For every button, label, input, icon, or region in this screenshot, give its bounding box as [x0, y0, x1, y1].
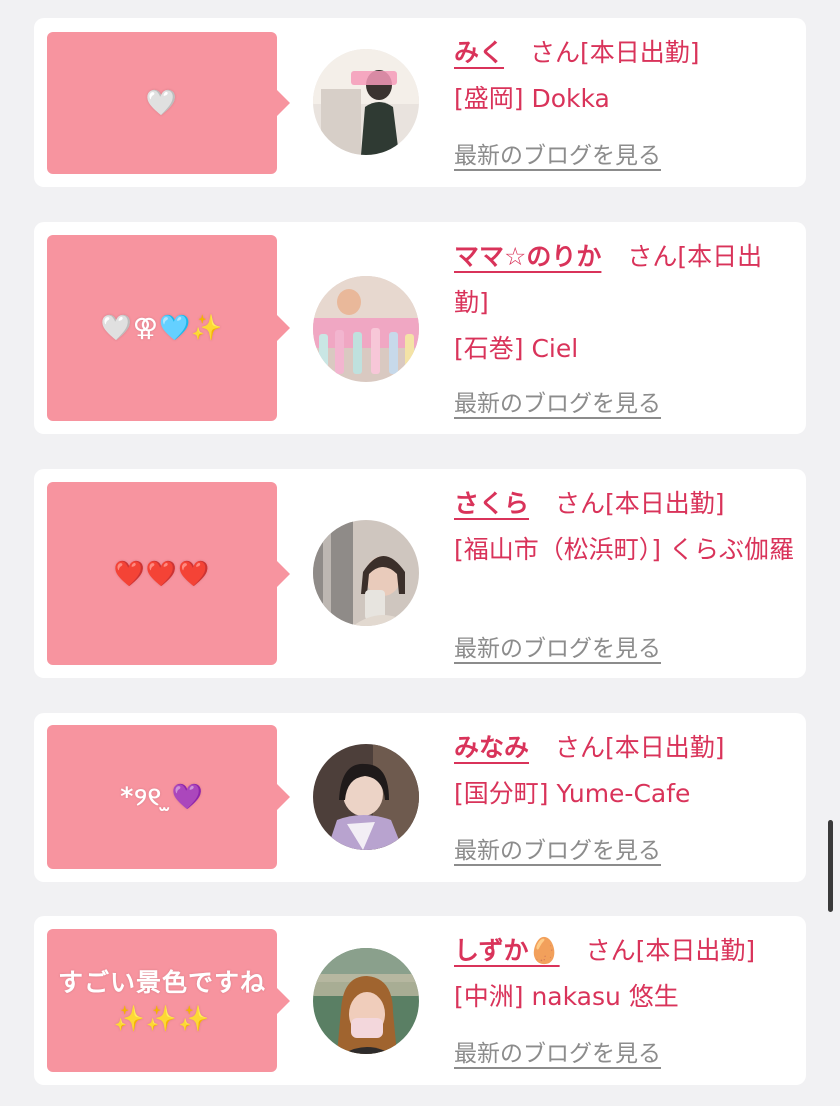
message-bubble[interactable]: ❤️❤️❤️ — [47, 482, 290, 665]
shop-name: [石巻] Ciel — [454, 334, 579, 363]
cast-name-link[interactable]: みなみ — [454, 733, 529, 762]
avatar-photo-icon — [313, 276, 419, 382]
avatar-photo-icon — [313, 49, 419, 155]
cast-card: *୨୧ ̫💜 みなみ さん[本日出勤] [国分町] Yume-Cafe 最新のブロ… — [34, 713, 806, 882]
message-text: 🤍⚢🩵✨ — [100, 313, 224, 342]
shop-name: [国分町] Yume-Cafe — [454, 779, 691, 808]
cast-card: 🤍 みく さん[本日出勤] [盛岡] Dokka 最新のブログを見る — [34, 18, 806, 187]
message-bubble[interactable]: *୨୧ ̫💜 — [47, 725, 290, 869]
avatar-photo-icon — [313, 744, 419, 850]
cast-info: さくら さん[本日出勤] [福山市（松浜町）] くらぶ伽羅 — [454, 481, 794, 573]
cast-status: さん[本日出勤] — [530, 38, 700, 67]
avatar[interactable] — [313, 520, 419, 626]
cast-info: みく さん[本日出勤] [盛岡] Dokka — [454, 30, 794, 122]
message-text: ❤️❤️❤️ — [113, 558, 211, 588]
shop-name: [福山市（松浜町）] くらぶ伽羅 — [454, 535, 794, 564]
cast-card: 🤍⚢🩵✨ ママ☆のりか さん[本日出勤] [石巻] Ciel 最新のブログを見る — [34, 222, 806, 434]
avatar-photo-icon — [313, 948, 419, 1054]
cast-status: さん[本日出勤] — [585, 936, 756, 965]
message-bubble[interactable]: 🤍⚢🩵✨ — [47, 235, 290, 421]
cast-info: ママ☆のりか さん[本日出勤] [石巻] Ciel — [454, 234, 794, 372]
avatar[interactable] — [313, 276, 419, 382]
cast-card: すごい景色ですね ✨✨✨ しずか🥚 さん[本日出勤] [中洲] nakasu 悠生… — [34, 916, 806, 1085]
cast-status: さん[本日出勤] — [555, 733, 725, 762]
avatar-photo-icon — [313, 520, 419, 626]
avatar[interactable] — [313, 948, 419, 1054]
message-text: 🤍 — [145, 88, 179, 117]
message-text: *୨୧ ̫💜 — [120, 782, 204, 811]
cast-info: みなみ さん[本日出勤] [国分町] Yume-Cafe — [454, 725, 794, 817]
message-text: すごい景色ですね ✨✨✨ — [57, 967, 266, 1033]
shop-name: [中洲] nakasu 悠生 — [454, 982, 679, 1011]
vertical-scrollbar[interactable] — [828, 820, 833, 912]
avatar[interactable] — [313, 49, 419, 155]
cast-blog-list: 🤍 みくさん[本日出勤] [盛岡] Dokka 最新のブログを見る 🤍⚢🩵✨ — [0, 0, 840, 1106]
cast-name-link[interactable]: しずか🥚 — [454, 936, 560, 965]
message-bubble[interactable]: 🤍 — [47, 32, 290, 174]
cast-name-link[interactable]: みく — [454, 38, 504, 67]
shop-name: [盛岡] Dokka — [454, 84, 610, 113]
message-bubble[interactable]: すごい景色ですね ✨✨✨ — [47, 929, 290, 1072]
latest-blog-link[interactable]: 最新のブログを見る — [454, 1034, 661, 1068]
latest-blog-link[interactable]: 最新のブログを見る — [454, 629, 661, 663]
cast-info: しずか🥚 さん[本日出勤] [中洲] nakasu 悠生 — [454, 928, 794, 1020]
avatar[interactable] — [313, 744, 419, 850]
latest-blog-link[interactable]: 最新のブログを見る — [454, 831, 661, 865]
latest-blog-link[interactable]: 最新のブログを見る — [454, 136, 661, 170]
latest-blog-link[interactable]: 最新のブログを見る — [454, 384, 661, 418]
cast-name-link[interactable]: さくら — [454, 489, 529, 518]
cast-card: ❤️❤️❤️ さくら さん[本日出勤] [福山市（松浜町）] くらぶ伽羅 最新のブ… — [34, 469, 806, 678]
cast-status: さん[本日出勤] — [555, 489, 725, 518]
cast-name-link[interactable]: ママ☆のりか — [454, 242, 601, 271]
